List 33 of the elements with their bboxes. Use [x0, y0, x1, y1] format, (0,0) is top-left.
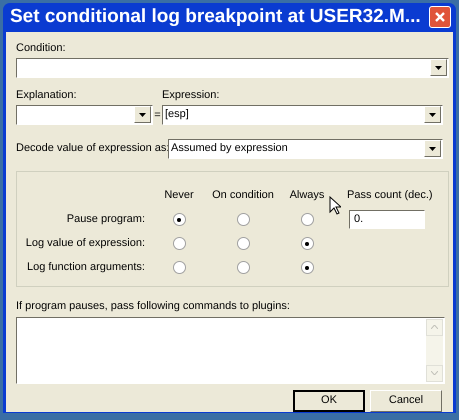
row-label: Pause program:: [66, 212, 146, 228]
pass-count-field[interactable]: 0.: [349, 210, 425, 229]
row-label: Log value of expression:: [24, 236, 146, 252]
radio-button[interactable]: [172, 213, 186, 226]
expression-dropdown[interactable]: [esp]: [162, 104, 443, 124]
explanation-dropdown[interactable]: [16, 104, 153, 124]
decode-label: Decode value of expression as:: [16, 141, 168, 156]
condition-dropdown[interactable]: [16, 58, 449, 78]
radio-button[interactable]: [300, 213, 314, 226]
radio-button[interactable]: [172, 237, 186, 250]
column-header: Always: [290, 188, 324, 203]
ok-button[interactable]: OK: [293, 390, 365, 412]
row-label: Log function arguments:: [26, 260, 146, 276]
cancel-button[interactable]: Cancel: [370, 390, 442, 412]
radio-button[interactable]: [236, 261, 250, 274]
equals-sign: =: [153, 108, 162, 122]
pass-count-label: Pass count (dec.): [347, 188, 433, 203]
column-header: Never: [164, 188, 194, 203]
radio-button[interactable]: [172, 261, 186, 274]
column-header: On condition: [212, 188, 274, 203]
radio-button[interactable]: [300, 237, 314, 250]
mouse-cursor-icon: [329, 196, 341, 214]
close-button[interactable]: [429, 6, 451, 28]
radio-button[interactable]: [300, 261, 314, 274]
window-title: Set conditional log breakpoint at USER32.M...: [10, 5, 421, 29]
commands-label: If program pauses, pass following commands to plugins:: [16, 298, 291, 312]
close-icon: [434, 11, 446, 24]
explanation-label: Explanation:: [16, 88, 78, 100]
radio-button[interactable]: [236, 213, 250, 226]
decode-dropdown[interactable]: Assumed by expression: [168, 138, 443, 158]
condition-label: Condition:: [16, 40, 67, 54]
radio-button[interactable]: [236, 237, 250, 250]
expression-label: Expression:: [162, 88, 220, 100]
